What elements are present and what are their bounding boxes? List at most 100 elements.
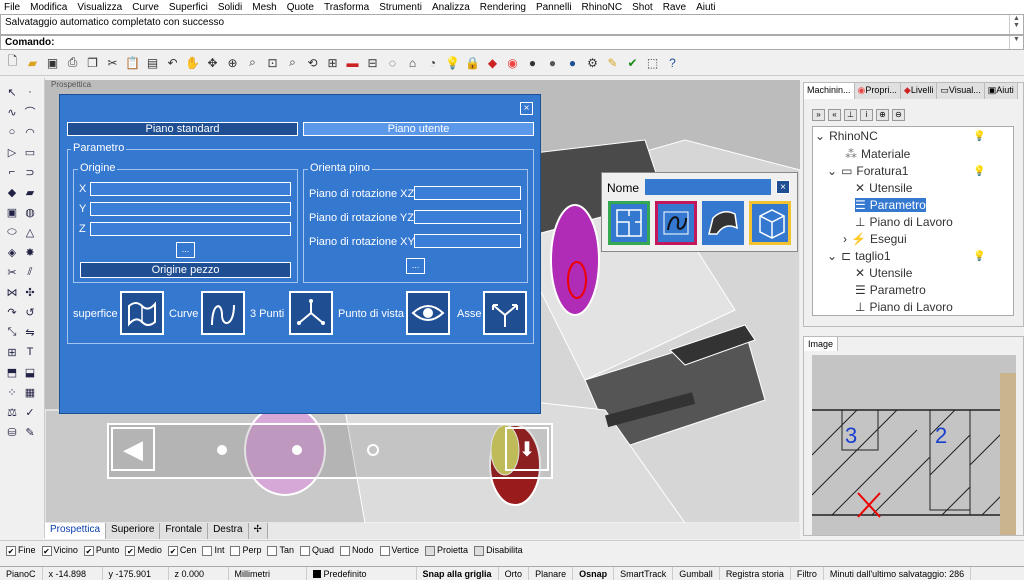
- x-input[interactable]: [90, 182, 291, 196]
- select-arrow-icon[interactable]: ↖: [4, 84, 20, 100]
- options-icon[interactable]: ⚙: [584, 54, 601, 71]
- status-planare[interactable]: Planare: [529, 567, 574, 580]
- polygon-icon[interactable]: ▷: [4, 144, 20, 160]
- checkbox-cen[interactable]: ✔: [167, 545, 178, 556]
- menu-rendering[interactable]: Rendering: [480, 2, 526, 13]
- osnap-medio[interactable]: ✔ Medio: [125, 545, 162, 556]
- light-bulb-icon[interactable]: 💡: [973, 131, 985, 142]
- check-icon[interactable]: ✔: [624, 54, 641, 71]
- osnap-proietta[interactable]: Proietta: [425, 545, 468, 556]
- osnap-perp[interactable]: Perp: [230, 545, 261, 556]
- collapse-all-icon[interactable]: «: [828, 109, 841, 121]
- checkbox-perp[interactable]: [230, 545, 241, 556]
- y-input[interactable]: [90, 202, 291, 216]
- status-registra[interactable]: Registra storia: [720, 567, 791, 580]
- punto-vista-button[interactable]: [406, 291, 450, 335]
- checkbox-medio[interactable]: ✔: [125, 545, 136, 556]
- render-sphere-icon[interactable]: ●: [544, 54, 561, 71]
- expand-all-icon[interactable]: »: [812, 109, 825, 121]
- boolean-icon[interactable]: ◈: [4, 244, 20, 260]
- tab-destra[interactable]: Destra: [208, 523, 249, 539]
- checkbox-fine[interactable]: ✔: [6, 545, 16, 556]
- light-icon[interactable]: 💡: [444, 54, 461, 71]
- orienta-browse-button[interactable]: ...: [406, 258, 425, 274]
- menu-trasforma[interactable]: Trasforma: [324, 2, 369, 13]
- tab-superiore[interactable]: Superiore: [106, 523, 161, 539]
- nome-input[interactable]: [645, 179, 771, 195]
- rectangle-icon[interactable]: ▭: [22, 144, 38, 160]
- undo-icon[interactable]: ↶: [164, 54, 181, 71]
- mirror-icon[interactable]: ⇋: [22, 324, 38, 340]
- status-snap[interactable]: Snap alla griglia: [417, 567, 499, 580]
- status-osnap[interactable]: Osnap: [573, 567, 615, 580]
- checkbox-tan[interactable]: [267, 545, 278, 556]
- color-wheel-icon[interactable]: ◉: [504, 54, 521, 71]
- cut-icon[interactable]: ✂: [104, 54, 121, 71]
- tree-esegui[interactable]: › ⚡ Esegui: [843, 232, 907, 246]
- page-dot-2[interactable]: [292, 445, 302, 455]
- menu-file[interactable]: File: [4, 2, 20, 13]
- machine-download-button[interactable]: ⬇: [505, 427, 549, 471]
- status-layer[interactable]: Predefinito: [307, 567, 417, 580]
- move-view-icon[interactable]: ✥: [204, 54, 221, 71]
- circle-icon[interactable]: ○: [4, 124, 20, 140]
- car-icon[interactable]: ▬: [344, 54, 361, 71]
- tree-taglio[interactable]: ⌄ ⊏ taglio1: [827, 249, 891, 263]
- zoom-out-icon[interactable]: ⊖: [892, 109, 905, 121]
- checkbox-quad[interactable]: [299, 545, 310, 556]
- clipboard-icon[interactable]: ▤: [144, 54, 161, 71]
- light-bulb-icon[interactable]: 💡: [973, 251, 985, 262]
- menu-superfici[interactable]: Superfici: [169, 2, 208, 13]
- tree-foratura[interactable]: ⌄ ▭ Foratura1: [827, 164, 908, 178]
- mesh-tool-icon[interactable]: ⬓: [22, 364, 38, 380]
- checkbox-proietta[interactable]: [425, 545, 436, 556]
- origine-pezzo-button[interactable]: Origine pezzo: [80, 262, 291, 278]
- join-icon[interactable]: ⋈: [4, 284, 20, 300]
- new-file-icon[interactable]: 🗋: [4, 54, 21, 71]
- explode-icon[interactable]: ✸: [22, 244, 38, 260]
- cylinder-icon[interactable]: ⬭: [4, 224, 20, 240]
- tab-machining[interactable]: Machinin...: [804, 83, 855, 99]
- menu-solidi[interactable]: Solidi: [218, 2, 242, 13]
- dimension-icon[interactable]: ⬚: [644, 54, 661, 71]
- osnap-punto[interactable]: ✔ Punto: [83, 545, 119, 556]
- zoom-in-icon[interactable]: ⊕: [876, 109, 889, 121]
- checkbox-int[interactable]: [202, 545, 213, 556]
- tab-livelli[interactable]: ◆Livelli: [900, 83, 938, 99]
- tree-parametro[interactable]: ☰ Parametro: [855, 198, 926, 212]
- material-sphere-icon[interactable]: ●: [564, 54, 581, 71]
- tree-parametro-2[interactable]: ☰ Parametro: [855, 283, 926, 297]
- page-dot-3[interactable]: [367, 444, 379, 456]
- osnap-vicino[interactable]: ✔ Vicino: [41, 545, 78, 556]
- tree-piano-lavoro[interactable]: ⊥ Piano di Lavoro: [855, 215, 953, 229]
- tab-prospettica[interactable]: Prospettica: [45, 523, 107, 539]
- osnap-fine[interactable]: ✔ Fine: [6, 545, 36, 556]
- brush-icon[interactable]: ✎: [22, 424, 38, 440]
- checkmark-tool-icon[interactable]: ✓: [22, 404, 38, 420]
- move-up-icon[interactable]: ⊥: [844, 109, 857, 121]
- layer-icon[interactable]: ◆: [484, 54, 501, 71]
- tre-punti-button[interactable]: [289, 291, 333, 335]
- checkbox-disabilita[interactable]: [474, 545, 485, 556]
- menu-mesh[interactable]: Mesh: [252, 2, 276, 13]
- move-icon[interactable]: ↷: [4, 304, 20, 320]
- menu-shot[interactable]: Shot: [632, 2, 653, 13]
- menu-visualizza[interactable]: Visualizza: [77, 2, 122, 13]
- hatch-icon[interactable]: ▦: [22, 384, 38, 400]
- grid-dots-icon[interactable]: ⁘: [4, 384, 20, 400]
- status-gumball[interactable]: Gumball: [673, 567, 720, 580]
- menu-analizza[interactable]: Analizza: [432, 2, 470, 13]
- nome-close-button[interactable]: ×: [776, 180, 790, 194]
- cone-icon[interactable]: △: [22, 224, 38, 240]
- checkbox-vertice[interactable]: [379, 545, 390, 556]
- tree-utensile-2[interactable]: ✕ Utensile: [855, 266, 912, 280]
- zoom-selected-icon[interactable]: ⌕: [284, 54, 301, 71]
- menu-modifica[interactable]: Modifica: [30, 2, 67, 13]
- polyline-icon[interactable]: ∿: [4, 104, 20, 120]
- op-surface-button[interactable]: [702, 201, 744, 245]
- tree-piano-lavoro-2[interactable]: ⊥ Piano di Lavoro: [855, 300, 953, 314]
- curve-button[interactable]: [201, 291, 245, 335]
- menu-rave[interactable]: Rave: [663, 2, 686, 13]
- array-icon[interactable]: ⊞: [4, 344, 20, 360]
- rotate-view-icon[interactable]: ⟲: [304, 54, 321, 71]
